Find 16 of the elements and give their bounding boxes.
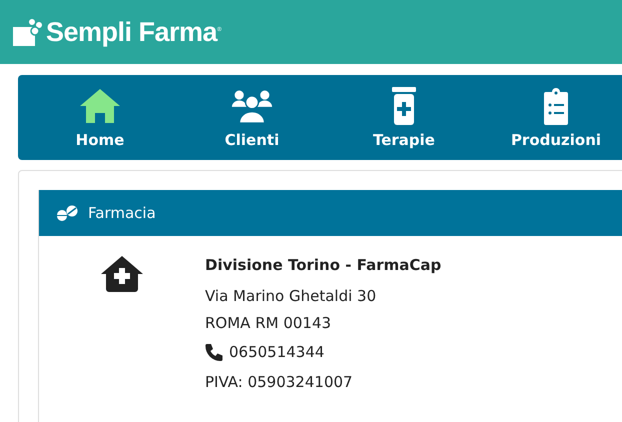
panel-title: Farmacia — [88, 204, 156, 222]
nav-tab[interactable]: Produzioni — [480, 75, 622, 160]
house-medical-icon — [101, 256, 143, 292]
logo-text: Sempli Farma$^{®}$ — [46, 16, 221, 48]
address-line: ROMA RM 00143 — [205, 313, 332, 334]
nav-tab[interactable]: Clienti — [176, 75, 328, 160]
phone-icon — [205, 343, 223, 361]
logo-icon — [12, 17, 42, 47]
pills-icon — [56, 205, 78, 221]
phone-number: 0650514344 — [229, 343, 324, 361]
nav-tab[interactable]: Home — [24, 75, 176, 160]
nav-tab[interactable]: Terapie — [328, 75, 480, 160]
pharmacy-name: Divisione Torino - FarmaCap — [205, 256, 442, 274]
vat-number: PIVA: 05903241007 — [205, 373, 354, 391]
house-icon — [79, 86, 121, 124]
address-line: Via Marino Ghetaldi 30 — [205, 286, 378, 307]
